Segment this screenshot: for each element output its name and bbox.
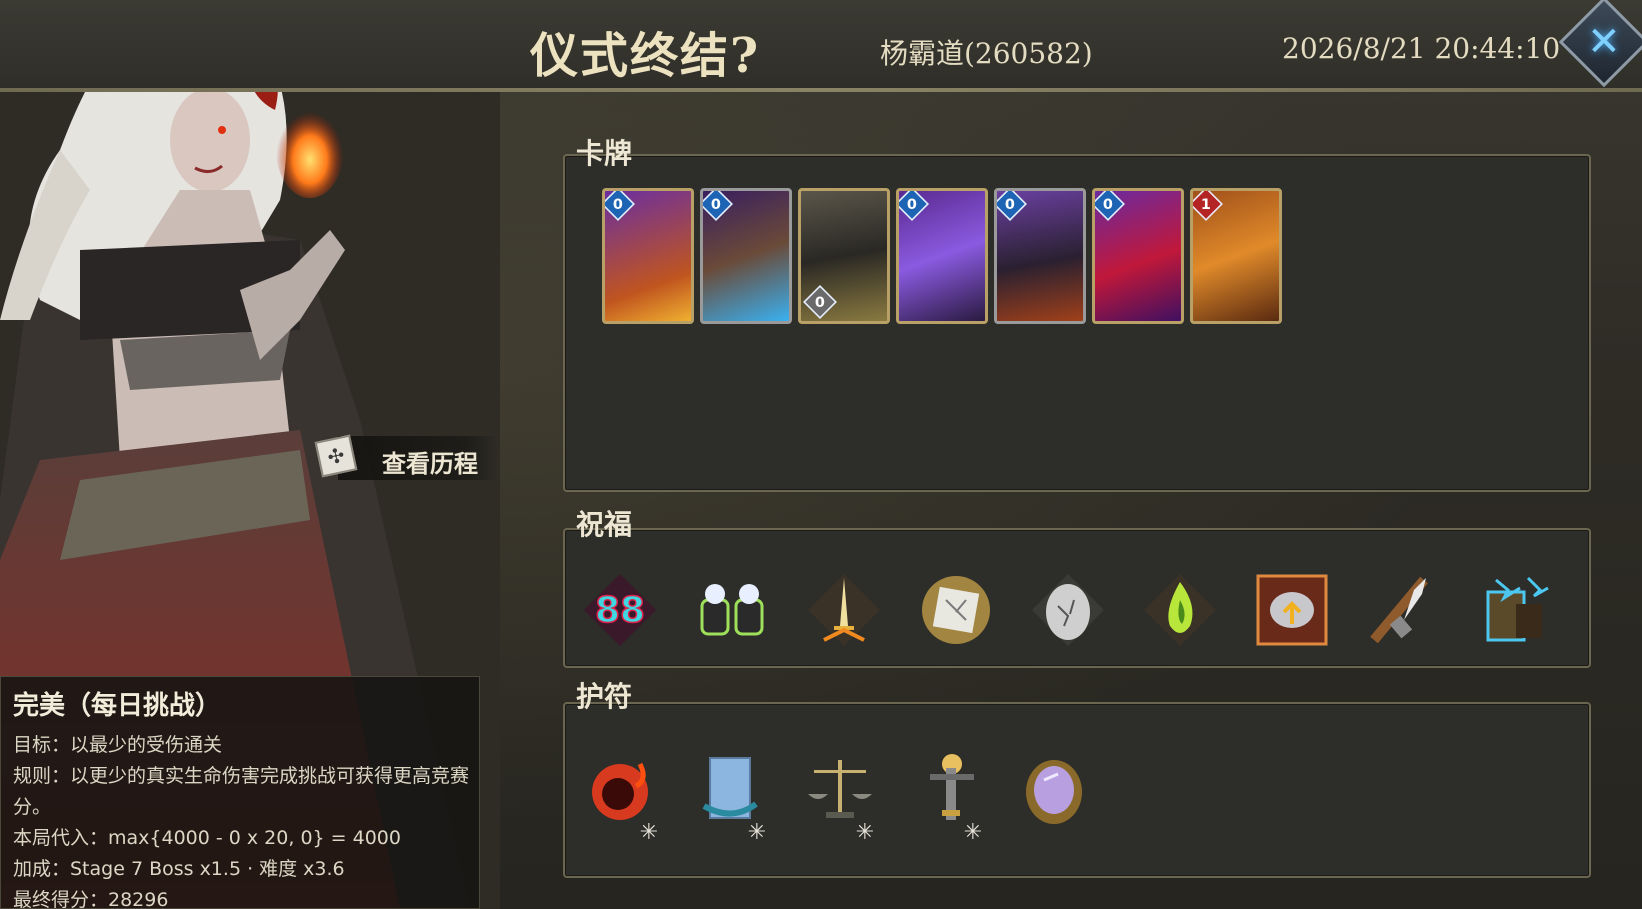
card-cost-badge: 1 [1193,191,1223,221]
card-3[interactable]: 0 [798,188,890,324]
shattered-shield-icon[interactable] [916,570,996,650]
card-4[interactable]: 0 [896,188,988,324]
cracked-egg-icon[interactable] [1028,570,1108,650]
glowing-gauntlets-icon[interactable] [692,570,772,650]
card-cost-badge: 0 [997,191,1027,221]
scroll-map-icon[interactable] [692,750,772,830]
card-cost-badge: 0 [803,285,837,319]
player-name: 杨霸道(260582) [880,37,1093,70]
challenge-title: 完美（每日挑战） [13,691,222,721]
card-cost-badge: 0 [899,191,929,221]
view-history-button[interactable]: ✣ 查看历程 [314,430,498,486]
challenge-info-box: 完美（每日挑战） 目标：以最少的受伤通关 规则：以更少的真实生命伤害完成挑战可获… [0,676,480,909]
balance-scale-icon[interactable] [800,750,880,830]
card-2[interactable]: 0 [700,188,792,324]
expand-icon: ✳ [963,820,983,845]
expand-icon: ✳ [639,820,659,845]
svg-text:88: 88 [595,590,645,631]
card-7[interactable]: 1 [1190,188,1282,324]
game-screen: 仪式终结? 杨霸道(260582) 2026/8/21 20:44:10 ✕ 卡… [0,0,1642,909]
card-1[interactable]: 0 [602,188,694,324]
lightning-card-icon[interactable] [1476,570,1556,650]
dagger-strike-icon[interactable] [1364,570,1444,650]
expand-icon: ✳ [747,820,767,845]
card-6[interactable]: 0 [1092,188,1184,324]
section-blessings-label: 祝福 [540,503,981,547]
challenge-goal: 目标：以最少的受伤通关 [13,734,223,756]
expand-icon: ✳ [855,820,875,845]
scroll-history-icon: ✣ [314,434,358,478]
challenge-rule: 规则：以更少的真实生命伤害完成挑战可获得更高竞赛分。 [13,765,470,818]
challenge-bonus: 加成：Stage 7 Boss x1.5 · 难度 x3.6 [13,858,345,880]
double-eight-icon[interactable]: 88 [580,570,660,650]
sword-burst-icon[interactable] [804,570,884,650]
card-cost-badge: 0 [703,191,733,221]
section-cards-label: 卡牌 [540,132,981,176]
card-cost-badge: 0 [605,191,635,221]
card-cost-badge: 0 [1095,191,1125,221]
page-title: 仪式终结? [530,28,761,84]
header-divider [0,88,1642,92]
fire-egg-icon[interactable] [584,750,664,830]
purple-mirror-icon[interactable] [1014,752,1094,832]
card-5[interactable]: 0 [994,188,1086,324]
green-flame-icon[interactable] [1140,570,1220,650]
final-score: 最终得分：28296 [13,889,169,909]
close-x-icon: ✕ [1587,18,1621,65]
glowing-key-icon[interactable] [908,750,988,830]
challenge-formula: 本局代入：max{4000 - 0 x 20, 0} = 4000 [13,827,401,849]
history-label: 查看历程 [382,449,478,478]
timestamp: 2026/8/21 20:44:10 [1282,32,1561,65]
section-charms-label: 护符 [540,675,981,719]
brain-upgrade-icon[interactable] [1252,570,1332,650]
